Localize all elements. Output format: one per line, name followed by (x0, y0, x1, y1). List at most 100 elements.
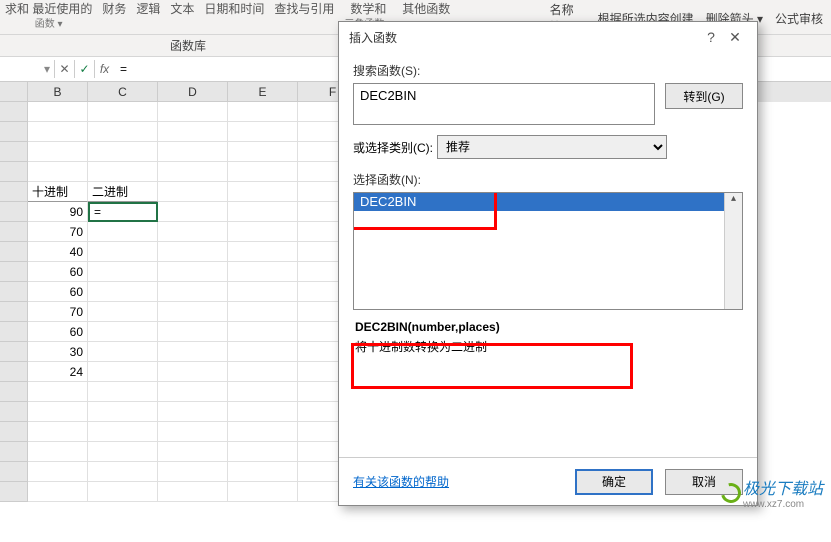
cell[interactable] (228, 362, 298, 382)
ribbon-text[interactable]: 文本 (165, 2, 199, 34)
cell[interactable] (228, 162, 298, 182)
fx-icon[interactable]: fx (94, 60, 114, 78)
col-header[interactable]: D (158, 82, 228, 102)
cell[interactable] (228, 242, 298, 262)
row-header[interactable] (0, 362, 28, 382)
cell[interactable] (88, 402, 158, 422)
cell[interactable] (158, 482, 228, 502)
cell[interactable] (28, 162, 88, 182)
row-header[interactable] (0, 482, 28, 502)
dialog-titlebar[interactable]: 插入函数 ? ✕ (339, 22, 757, 52)
row-header[interactable] (0, 142, 28, 162)
cell[interactable] (228, 422, 298, 442)
row-header[interactable] (0, 202, 28, 222)
close-icon[interactable]: ✕ (723, 29, 747, 46)
row-header[interactable] (0, 322, 28, 342)
cell[interactable] (158, 422, 228, 442)
row-header[interactable] (0, 102, 28, 122)
cell[interactable] (88, 222, 158, 242)
ok-button[interactable]: 确定 (575, 469, 653, 495)
cell[interactable] (28, 142, 88, 162)
row-header[interactable] (0, 262, 28, 282)
cell[interactable]: 二进制 (88, 182, 158, 202)
name-box[interactable] (0, 60, 40, 78)
cell[interactable] (228, 222, 298, 242)
cell[interactable] (88, 282, 158, 302)
enter-formula-icon[interactable]: ✓ (74, 60, 94, 78)
row-header[interactable] (0, 122, 28, 142)
cell[interactable] (88, 442, 158, 462)
row-header[interactable] (0, 462, 28, 482)
cell[interactable] (88, 142, 158, 162)
cell[interactable] (28, 382, 88, 402)
cell[interactable] (28, 422, 88, 442)
cell[interactable] (228, 142, 298, 162)
cancel-formula-icon[interactable]: ✕ (54, 60, 74, 78)
cell[interactable] (158, 122, 228, 142)
cell[interactable]: 90 (28, 202, 88, 222)
cell[interactable] (158, 282, 228, 302)
cell[interactable]: 30 (28, 342, 88, 362)
row-header[interactable] (0, 422, 28, 442)
cell[interactable] (88, 462, 158, 482)
cell[interactable]: 70 (28, 302, 88, 322)
ribbon-datetime[interactable]: 日期和时间 (199, 2, 269, 34)
cell[interactable]: 70 (28, 222, 88, 242)
cell[interactable] (158, 102, 228, 122)
cell[interactable] (228, 442, 298, 462)
cell[interactable] (88, 242, 158, 262)
row-header[interactable] (0, 302, 28, 322)
cell[interactable] (228, 482, 298, 502)
cell[interactable] (158, 342, 228, 362)
cell[interactable]: 十进制 (28, 182, 88, 202)
cell[interactable] (88, 342, 158, 362)
cell[interactable] (88, 302, 158, 322)
cell[interactable] (158, 142, 228, 162)
cell[interactable] (88, 122, 158, 142)
row-header[interactable] (0, 402, 28, 422)
col-header[interactable]: E (228, 82, 298, 102)
cell[interactable] (88, 262, 158, 282)
scroll-up-icon[interactable]: ▴ (725, 193, 742, 209)
row-header[interactable] (0, 242, 28, 262)
row-header[interactable] (0, 182, 28, 202)
cell[interactable] (158, 202, 228, 222)
cell[interactable]: = (88, 202, 158, 222)
help-link[interactable]: 有关该函数的帮助 (353, 473, 449, 490)
cell[interactable] (158, 302, 228, 322)
category-select[interactable]: 推荐 (437, 135, 667, 159)
cell[interactable] (158, 382, 228, 402)
cell[interactable] (158, 462, 228, 482)
cell[interactable] (228, 322, 298, 342)
cell[interactable] (158, 242, 228, 262)
row-header[interactable] (0, 442, 28, 462)
cell[interactable] (28, 462, 88, 482)
cell[interactable] (228, 282, 298, 302)
cell[interactable]: 24 (28, 362, 88, 382)
scrollbar[interactable]: ▴ (724, 193, 742, 309)
row-header[interactable] (0, 282, 28, 302)
function-list-item[interactable]: DEC2BIN (354, 193, 742, 211)
cell[interactable] (88, 362, 158, 382)
cell[interactable] (28, 402, 88, 422)
row-header[interactable] (0, 162, 28, 182)
cell[interactable] (228, 302, 298, 322)
cell[interactable] (228, 182, 298, 202)
ribbon-lookup[interactable]: 查找与引用 (269, 2, 339, 34)
cell[interactable] (158, 442, 228, 462)
ribbon-sum[interactable]: 求和 最近使用的函数 ▾ (0, 2, 97, 34)
cell[interactable] (28, 102, 88, 122)
cell[interactable] (88, 162, 158, 182)
cell[interactable]: 60 (28, 322, 88, 342)
cell[interactable]: 40 (28, 242, 88, 262)
col-header[interactable]: B (28, 82, 88, 102)
cell[interactable] (28, 482, 88, 502)
search-input[interactable]: DEC2BIN (353, 83, 655, 125)
cell[interactable] (158, 162, 228, 182)
cell[interactable] (88, 482, 158, 502)
cell[interactable] (228, 402, 298, 422)
cell[interactable] (228, 382, 298, 402)
row-header[interactable] (0, 342, 28, 362)
ribbon-logic[interactable]: 逻辑 (131, 2, 165, 34)
go-button[interactable]: 转到(G) (665, 83, 743, 109)
